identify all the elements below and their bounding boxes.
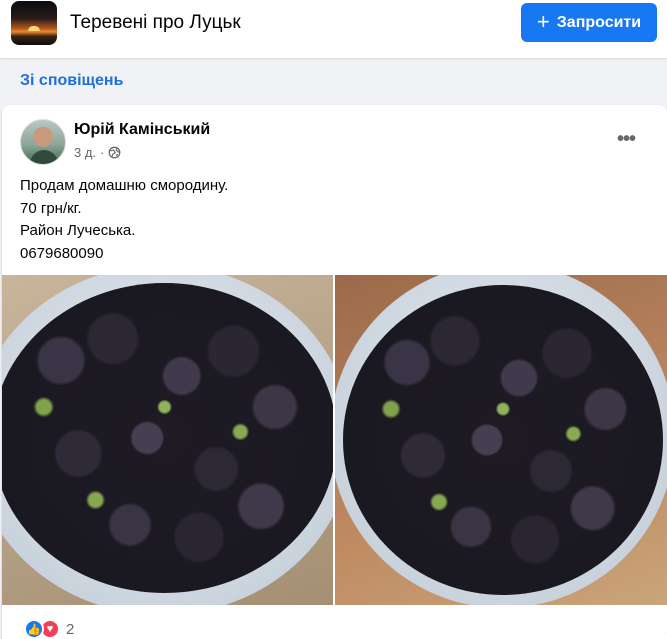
post-text-line: Продам домашню смородину. (20, 177, 229, 194)
more-horizontal-icon: ••• (616, 127, 636, 150)
blackcurrants-image (2, 283, 333, 593)
group-header: Теревені про Луцьк + Запросити (0, 0, 667, 58)
from-notifications-link[interactable]: Зі сповіщень (20, 72, 123, 90)
post-body: Продам домашню смородину. 70 грн/кг. Рай… (20, 175, 228, 265)
post-photo-2[interactable] (335, 275, 667, 605)
post-text-line: 70 грн/кг. (20, 199, 82, 217)
post-card: Юрій Камінський 3 д. · ••• Продам домашн… (2, 105, 667, 639)
post-meta: 3 д. · (74, 145, 121, 160)
post-photo-1[interactable] (2, 275, 333, 605)
post-options-button[interactable]: ••• (608, 121, 644, 157)
group-cover-thumbnail[interactable] (11, 1, 57, 45)
post-text-line[interactable]: 0679680090 (20, 243, 228, 266)
globe-icon (108, 146, 121, 159)
invite-button-label: Запросити (556, 13, 642, 31)
like-icon: 👍 (24, 619, 44, 639)
reaction-summary[interactable]: 👍 ♥ 2 (24, 619, 74, 639)
post-author-name[interactable]: Юрій Камінський (74, 121, 210, 139)
blackcurrants-image (343, 285, 663, 595)
invite-button[interactable]: + Запросити (521, 3, 657, 42)
plus-icon: + (536, 8, 550, 34)
meta-separator: · (100, 145, 105, 160)
post-text-line: Район Лучеська. (20, 222, 136, 239)
post-timestamp[interactable]: 3 д. (74, 145, 96, 160)
reaction-count: 2 (66, 620, 75, 638)
author-avatar[interactable] (20, 119, 66, 165)
group-title[interactable]: Теревені про Луцьк (70, 12, 241, 34)
